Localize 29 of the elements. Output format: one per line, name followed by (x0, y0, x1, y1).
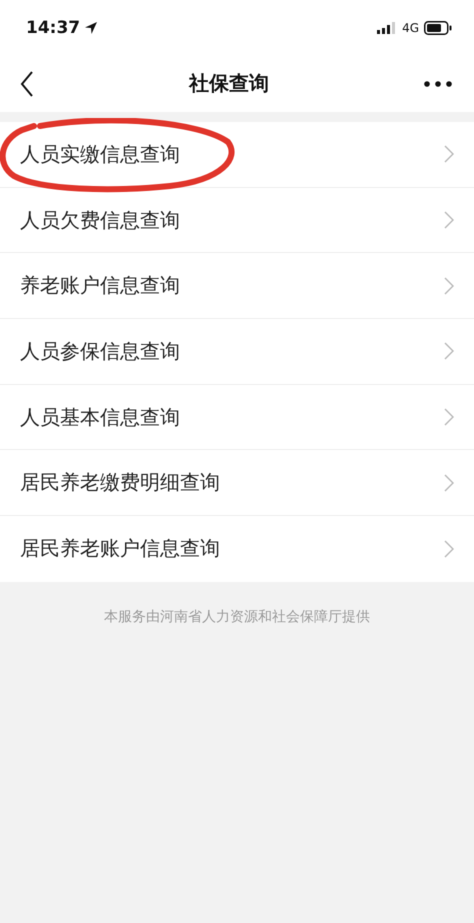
menu-item-label: 养老账户信息查询 (20, 272, 180, 300)
signal-icon (377, 22, 398, 34)
status-time: 14:37 (26, 18, 80, 38)
menu-item[interactable]: 人员基本信息查询 (0, 384, 474, 450)
chevron-icon (444, 276, 454, 295)
chevron-icon (444, 474, 454, 492)
more-button[interactable] (422, 78, 454, 88)
menu-item[interactable]: 居民养老缴费明细查询 (0, 450, 474, 516)
menu-item[interactable]: 人员参保信息查询 (0, 319, 474, 385)
menu-item-label: 人员实缴信息查询 (20, 140, 180, 168)
menu-item[interactable]: 人员欠费信息查询 (0, 188, 474, 254)
location-arrow-icon (84, 20, 98, 34)
menu-item[interactable]: 养老账户信息查询 (0, 253, 474, 320)
menu-item-label: 人员参保信息查询 (20, 338, 180, 365)
chevron-icon (444, 342, 454, 360)
menu-item-label: 人员欠费信息查询 (20, 206, 180, 234)
chevron-icon (444, 540, 454, 558)
footer-text: 本服务由河南省人力资源和社会保障厅提供 (104, 608, 370, 625)
menu-item[interactable]: 居民养老账户信息查询 (0, 516, 474, 582)
chevron-icon (444, 211, 454, 230)
chevron-icon (444, 408, 454, 426)
menu-item-label: 居民养老账户信息查询 (20, 535, 220, 562)
menu-item[interactable]: 人员实缴信息查询 (0, 122, 474, 188)
battery-icon (424, 20, 452, 34)
network-label: 4G (402, 20, 419, 34)
menu-item-label: 居民养老缴费明细查询 (20, 469, 220, 496)
chevron-icon (444, 145, 454, 164)
page-title: 社保查询 (189, 70, 269, 97)
menu-item-label: 人员基本信息查询 (20, 404, 180, 431)
